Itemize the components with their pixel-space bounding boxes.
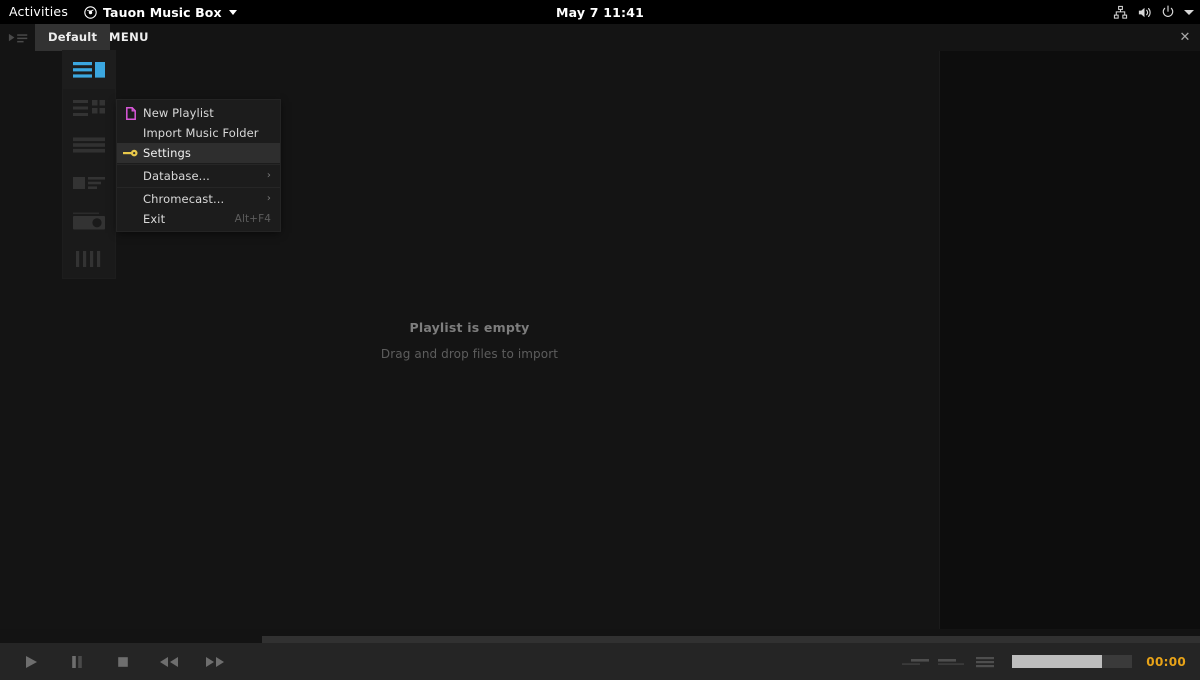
menu-item-accelerator: Alt+F4	[234, 213, 271, 225]
system-menu-caret-icon[interactable]	[1184, 9, 1194, 15]
menu-item-label: Database...	[143, 169, 210, 183]
playlist-panel: Playlist is empty Drag and drop files to…	[0, 51, 939, 629]
menu-item-exit[interactable]: Exit Alt+F4	[117, 209, 280, 229]
activities-button[interactable]: Activities	[0, 0, 78, 24]
menu-separator	[117, 164, 280, 165]
menu-item-settings[interactable]: Settings	[117, 143, 280, 163]
main-body: Playlist is empty Drag and drop files to…	[0, 51, 1200, 629]
view-mode-list-artbox[interactable]	[63, 51, 115, 89]
pause-button[interactable]	[64, 649, 90, 675]
fast-forward-icon	[204, 654, 226, 670]
menu-item-label: Settings	[143, 146, 191, 160]
time-display: 00:00	[1146, 654, 1186, 669]
volume-icon[interactable]	[1137, 5, 1152, 20]
view-mode-gallery[interactable]	[63, 202, 115, 240]
empty-playlist-title: Playlist is empty	[409, 319, 530, 335]
menu-item-label: Import Music Folder	[143, 126, 259, 140]
menu-item-label: Exit	[143, 212, 166, 226]
layout-bars-icon	[73, 250, 105, 268]
new-playlist-icon	[123, 103, 139, 123]
play-button[interactable]	[18, 649, 44, 675]
music-disc-icon	[84, 5, 97, 19]
transport-controls	[10, 643, 228, 680]
seek-bar[interactable]	[262, 636, 1200, 643]
view-mode-art-details[interactable]	[63, 164, 115, 202]
menu-item-import-music-folder[interactable]: Import Music Folder	[117, 123, 280, 143]
side-art-panel	[939, 51, 1200, 629]
playlist-play-icon[interactable]	[8, 30, 30, 44]
app-menu-button[interactable]: Tauon Music Box	[78, 5, 243, 20]
empty-playlist-subtitle: Drag and drop files to import	[380, 346, 559, 361]
volume-slider[interactable]	[1012, 655, 1133, 668]
previous-button[interactable]	[156, 649, 182, 675]
shuffle-icon	[902, 655, 932, 669]
menu-separator	[117, 187, 280, 188]
menu-item-label: New Playlist	[143, 106, 214, 120]
app-menu-label: Tauon Music Box	[103, 4, 222, 20]
stop-icon	[115, 654, 131, 670]
close-icon[interactable]: ✕	[1174, 24, 1196, 51]
seek-bar-zone	[0, 629, 1200, 643]
queue-button[interactable]	[968, 643, 1002, 680]
tauon-music-box-window: Activities Tauon Music Box May 7 11:41 D…	[0, 0, 1200, 680]
next-button[interactable]	[202, 649, 228, 675]
key-icon	[123, 143, 139, 163]
volume-slider-fill	[1012, 655, 1103, 668]
play-icon	[23, 654, 39, 670]
player-bar: 00:00	[0, 643, 1200, 680]
layout-rows-icon	[73, 136, 105, 154]
layout-columns-icon	[73, 99, 105, 117]
view-mode-spectrum[interactable]	[63, 240, 115, 278]
queue-icon	[975, 655, 995, 669]
pause-icon	[69, 654, 85, 670]
view-mode-compact-list[interactable]	[63, 127, 115, 165]
system-tray	[1113, 0, 1194, 24]
stop-button[interactable]	[110, 649, 136, 675]
view-mode-sidebar	[63, 51, 115, 278]
power-icon[interactable]	[1161, 5, 1175, 19]
layout-gallery-icon	[73, 212, 105, 230]
layout-list-art-icon	[73, 61, 105, 79]
clock-label[interactable]: May 7 11:41	[556, 5, 644, 20]
player-right-controls: 00:00	[900, 643, 1200, 680]
rewind-icon	[158, 654, 180, 670]
gnome-top-bar: Activities Tauon Music Box May 7 11:41	[0, 0, 1200, 24]
repeat-toggle[interactable]	[934, 643, 968, 680]
network-icon[interactable]	[1113, 5, 1128, 20]
chevron-right-icon: ›	[266, 193, 271, 204]
main-menu-button[interactable]: MENU	[98, 24, 160, 51]
shuffle-toggle[interactable]	[900, 643, 934, 680]
menu-item-chromecast[interactable]: Chromecast... ›	[117, 189, 280, 209]
menu-item-label: Chromecast...	[143, 192, 225, 206]
menu-item-new-playlist[interactable]: New Playlist	[117, 103, 280, 123]
playlist-tab-strip: Default MENU ✕	[0, 24, 1200, 51]
main-dropdown-menu: New Playlist Import Music Folder Setting…	[117, 100, 280, 231]
layout-art-details-icon	[73, 174, 105, 192]
menu-item-database[interactable]: Database... ›	[117, 166, 280, 186]
view-mode-columns[interactable]	[63, 89, 115, 127]
chevron-right-icon: ›	[266, 170, 271, 181]
chevron-down-icon	[228, 10, 237, 15]
repeat-icon	[936, 655, 966, 669]
